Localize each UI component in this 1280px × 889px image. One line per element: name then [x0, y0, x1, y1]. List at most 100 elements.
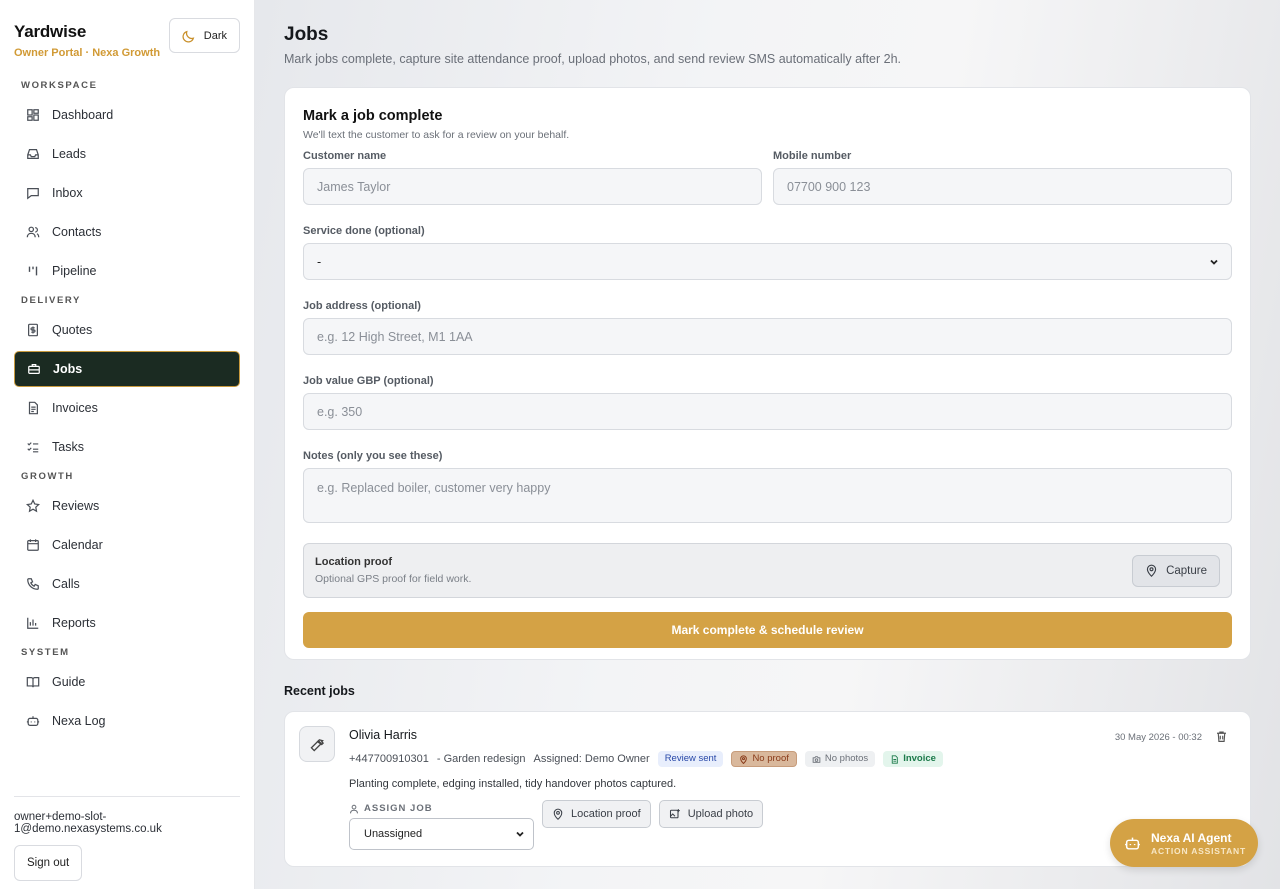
service-select-value: -: [317, 254, 322, 269]
no-proof-label: No proof: [752, 753, 789, 764]
user-email: owner+demo-slot-1@demo.nexasystems.co.uk: [14, 811, 162, 835]
sidebar-item-label: Invoices: [52, 401, 98, 415]
location-proof-title: Location proof: [315, 556, 392, 568]
mobile-number-input[interactable]: 07700 900 123: [773, 168, 1232, 205]
image-upload-icon: [669, 809, 680, 819]
page-subtitle: Mark jobs complete, capture site attenda…: [284, 52, 902, 66]
job-address-input[interactable]: e.g. 12 High Street, M1 1AA: [303, 318, 1232, 355]
customer-name-input[interactable]: James Taylor: [303, 168, 762, 205]
form-title: Mark a job complete: [303, 108, 443, 124]
phone-icon: [27, 578, 39, 590]
job-actions: ASSIGN JOB Unassigned Location proof Upl…: [349, 800, 1236, 850]
nav-group-workspace: WORKSPACE Dashboard Leads Inbox Contacts…: [14, 80, 240, 289]
moon-icon: [182, 30, 195, 42]
star-icon: [26, 499, 40, 513]
sidebar-item-label: Dashboard: [52, 108, 114, 122]
nav-section-label: GROWTH: [21, 471, 74, 482]
user-icon: [350, 804, 358, 813]
sidebar-item-tasks[interactable]: Tasks: [14, 429, 240, 465]
mark-complete-button[interactable]: Mark complete & schedule review: [303, 612, 1232, 648]
no-proof-badge: No proof: [731, 751, 797, 767]
sidebar-item-pipeline[interactable]: Pipeline: [14, 253, 240, 289]
sidebar-item-jobs[interactable]: Jobs: [14, 351, 240, 387]
notes-label: Notes (only you see these): [303, 450, 443, 462]
brand-subtitle: Owner Portal · Nexa Growth: [14, 47, 161, 59]
theme-toggle-label: Dark: [203, 29, 227, 42]
notes-textarea[interactable]: e.g. Replaced boiler, customer very happ…: [303, 468, 1232, 523]
sidebar-item-label: Pipeline: [52, 264, 97, 278]
brand-name: Yardwise: [14, 22, 87, 41]
sidebar-item-dashboard[interactable]: Dashboard: [14, 97, 240, 133]
trash-icon[interactable]: [1215, 730, 1228, 743]
sidebar-item-leads[interactable]: Leads: [14, 136, 240, 172]
map-pin-icon: [553, 808, 563, 820]
sidebar-footer: owner+demo-slot-1@demo.nexasystems.co.uk…: [14, 796, 240, 881]
location-proof-button[interactable]: Location proof: [542, 800, 651, 828]
sidebar-item-inbox[interactable]: Inbox: [14, 175, 240, 211]
sidebar-item-reports[interactable]: Reports: [14, 605, 240, 641]
address-label: Job address (optional): [303, 300, 421, 312]
service-select[interactable]: -: [303, 243, 1232, 280]
job-value-input[interactable]: e.g. 350: [303, 393, 1232, 430]
nav-section-label: SYSTEM: [21, 647, 70, 658]
review-sent-badge: Review sent: [657, 751, 724, 767]
job-customer-name: Olivia Harris: [349, 728, 418, 742]
users-icon: [26, 226, 40, 238]
sidebar-item-calendar[interactable]: Calendar: [14, 527, 240, 563]
theme-toggle-button[interactable]: Dark: [168, 18, 240, 53]
no-photos-label: No photos: [824, 753, 869, 764]
sidebar-item-calls[interactable]: Calls: [14, 566, 240, 602]
sidebar-item-quotes[interactable]: Quotes: [14, 312, 240, 348]
sidebar-item-reviews[interactable]: Reviews: [14, 488, 240, 524]
job-card: 30 May 2026 - 00:32 Olivia Harris +44770…: [284, 711, 1251, 867]
bar-chart-icon: [27, 617, 39, 629]
invoice-label: Invoice: [903, 753, 936, 764]
document-icon: [28, 401, 38, 415]
customer-name-label: Customer name: [303, 150, 387, 162]
sidebar-item-label: Leads: [52, 147, 87, 161]
customer-field: Customer name James Taylor: [303, 141, 762, 205]
assign-job-value: Unassigned: [364, 828, 423, 840]
job-body: Olivia Harris +447700910301 - Garden red…: [349, 728, 1236, 850]
sidebar-item-nexa-log[interactable]: Nexa Log: [14, 703, 240, 739]
sidebar-item-label: Calls: [52, 577, 80, 591]
sidebar-item-label: Jobs: [53, 362, 83, 376]
sidebar-item-guide[interactable]: Guide: [14, 664, 240, 700]
map-pin-icon: [740, 754, 748, 764]
agent-text: Nexa AI Agent ACTION ASSISTANT: [1151, 831, 1246, 856]
document-icon: [891, 754, 898, 764]
assign-job-label: ASSIGN JOB: [349, 803, 534, 814]
briefcase-icon: [28, 364, 40, 374]
form-subtitle: We'll text the customer to ask for a rev…: [303, 129, 570, 141]
sidebar-item-label: Calendar: [52, 538, 103, 552]
map-pin-icon: [1146, 564, 1157, 577]
camera-icon: [812, 755, 821, 763]
book-icon: [26, 677, 40, 688]
upload-photo-button[interactable]: Upload photo: [658, 800, 764, 828]
job-service: - Garden redesign: [436, 753, 526, 765]
nav-group-growth: GROWTH Reviews Calendar Calls Reports: [14, 471, 240, 641]
capture-location-button[interactable]: Capture: [1132, 554, 1220, 587]
sidebar-item-label: Quotes: [52, 323, 93, 337]
nav-group-delivery: DELIVERY Quotes Jobs Invoices Tasks: [14, 295, 240, 465]
sidebar-item-label: Tasks: [52, 440, 84, 454]
sidebar-item-invoices[interactable]: Invoices: [14, 390, 240, 426]
sidebar-item-label: Nexa Log: [52, 714, 106, 728]
nav-group-system: SYSTEM Guide Nexa Log: [14, 647, 240, 739]
capture-label: Capture: [1166, 564, 1207, 577]
brand-row: Yardwise Owner Portal · Nexa Growth Dark: [14, 14, 240, 74]
nexa-ai-agent-button[interactable]: Nexa AI Agent ACTION ASSISTANT: [1110, 819, 1258, 867]
assign-job-select[interactable]: Unassigned: [349, 818, 534, 850]
location-proof-box: Location proof Optional GPS proof for fi…: [303, 543, 1232, 598]
sign-out-button[interactable]: Sign out: [14, 845, 83, 881]
dollar-doc-icon: [28, 323, 38, 337]
sidebar-item-contacts[interactable]: Contacts: [14, 214, 240, 250]
dashboard-icon: [27, 109, 39, 121]
checklist-icon: [27, 442, 39, 453]
calendar-icon: [27, 539, 39, 551]
invoice-badge[interactable]: Invoice: [883, 751, 943, 767]
mobile-number-label: Mobile number: [773, 150, 852, 162]
sidebar-item-label: Contacts: [52, 225, 102, 239]
page-title: Jobs: [284, 24, 329, 45]
job-icon-tile: [299, 726, 335, 762]
